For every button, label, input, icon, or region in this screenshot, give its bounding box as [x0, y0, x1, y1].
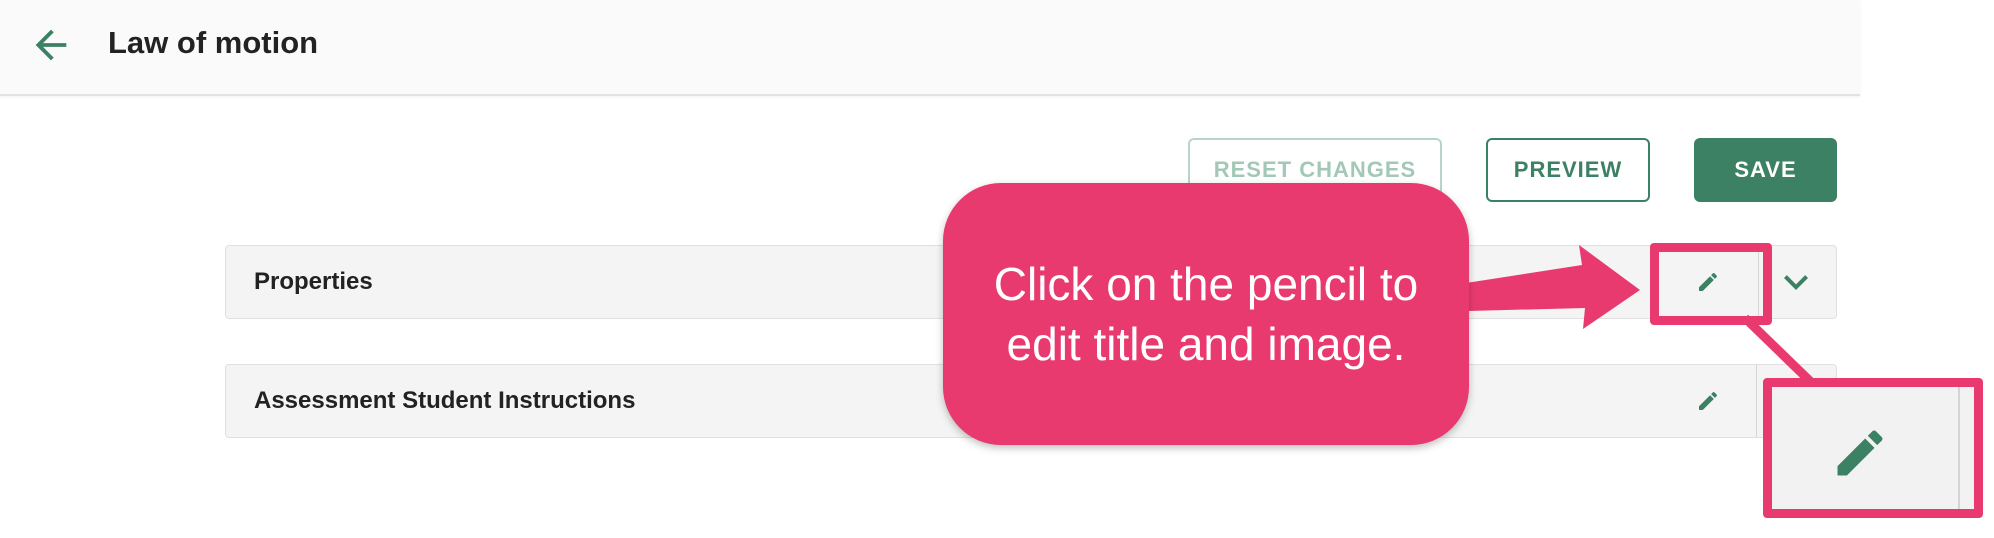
callout-arrow [1466, 245, 1640, 329]
zoomed-pencil-inset [1763, 378, 1983, 518]
zoom-divider [1958, 387, 1960, 509]
zoomed-pencil [1830, 423, 1890, 483]
zoom-connector-line [1741, 314, 1818, 389]
pencil-icon [1837, 430, 1883, 476]
pencil-highlight-box [1650, 243, 1772, 325]
annotation-callout: Click on the pencil to edit title and im… [943, 183, 1469, 445]
callout-text: Click on the pencil to edit title and im… [993, 258, 1419, 370]
